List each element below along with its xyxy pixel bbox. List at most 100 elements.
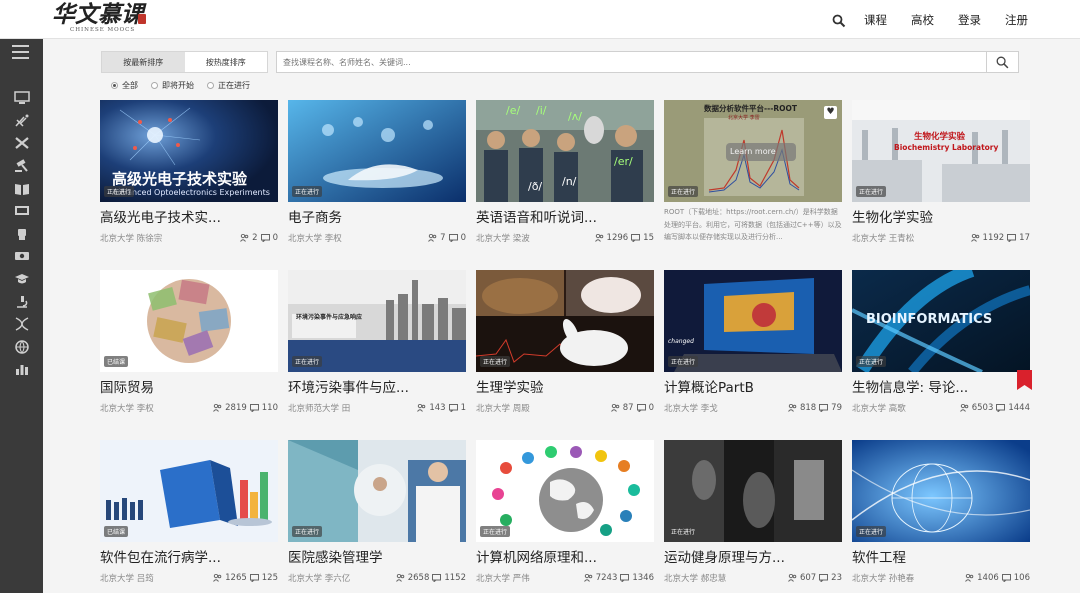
course-title[interactable]: 医院感染管理学 bbox=[288, 546, 466, 566]
course-title[interactable]: 软件包在流行病学... bbox=[100, 546, 278, 566]
phonetic-symbol: /ʌ/ bbox=[568, 110, 582, 123]
menu-icon[interactable] bbox=[12, 45, 29, 59]
site-logo[interactable]: 华文慕课 CHINESE MOOCS bbox=[52, 2, 148, 36]
comment-icon bbox=[432, 574, 442, 582]
globe-icon[interactable] bbox=[0, 336, 43, 359]
search-input[interactable] bbox=[277, 52, 987, 72]
course-thumbnail[interactable]: 环境污染事件与应急响应 正在进行 bbox=[288, 270, 466, 372]
course-title[interactable]: 计算概论PartB bbox=[664, 376, 842, 396]
radio-upcoming[interactable] bbox=[151, 82, 158, 89]
nav-register[interactable]: 注册 bbox=[1005, 12, 1028, 28]
student-count: 7 bbox=[440, 233, 446, 243]
comment-count: 125 bbox=[261, 573, 278, 583]
users-icon bbox=[970, 234, 979, 242]
course-thumbnail[interactable]: /e/ /i/ /ʌ/ /ð/ /n/ /er/ bbox=[476, 100, 654, 202]
filter-all[interactable]: 全部 bbox=[111, 80, 138, 91]
course-card[interactable]: 数据分析软件平台---ROOT 北京大学 李雷 Learn more ♥ 正在进… bbox=[664, 100, 842, 250]
course-thumbnail[interactable]: changed 正在进行 bbox=[664, 270, 842, 372]
course-meta: 北京大学 孙艳春 1406 106 bbox=[852, 572, 1030, 584]
course-card[interactable]: 正在进行 生理学实验 北京大学 周殿 87 0 bbox=[476, 270, 654, 420]
course-title[interactable]: 运动健身原理与方... bbox=[664, 546, 842, 566]
status-filters: 全部 即将开始 正在进行 bbox=[111, 80, 250, 91]
gavel-icon[interactable] bbox=[0, 155, 43, 178]
course-thumbnail[interactable]: 数据分析软件平台---ROOT 北京大学 李雷 Learn more ♥ 正在进… bbox=[664, 100, 842, 202]
course-card[interactable]: 生物化学实验 Biochemistry Laboratory 正在进行 生物化学… bbox=[852, 100, 1030, 250]
course-card[interactable]: 正在进行 软件工程 北京大学 孙艳春 1406 106 bbox=[852, 440, 1030, 590]
course-thumbnail[interactable]: 已结课 bbox=[100, 440, 278, 542]
radio-ongoing[interactable] bbox=[207, 82, 214, 89]
filter-upcoming[interactable]: 即将开始 bbox=[151, 80, 194, 91]
nav-courses[interactable]: 课程 bbox=[864, 12, 887, 28]
filter-ongoing[interactable]: 正在进行 bbox=[207, 80, 250, 91]
satellite-icon[interactable] bbox=[0, 110, 43, 133]
logo-text: 华文慕课 bbox=[52, 1, 144, 28]
course-thumbnail[interactable]: 正在进行 bbox=[288, 440, 466, 542]
course-meta: 北京大学 郝忠慧 607 23 bbox=[664, 572, 842, 584]
course-meta: 北京大学 李戈 818 79 bbox=[664, 402, 842, 414]
status-badge: 已结课 bbox=[104, 356, 129, 367]
course-card[interactable]: /e/ /i/ /ʌ/ /ð/ /n/ /er/ 英语语音和听说词... 北京大… bbox=[476, 100, 654, 250]
course-thumbnail[interactable]: 正在进行 bbox=[288, 100, 466, 202]
comment-count: 17 bbox=[1019, 233, 1030, 243]
course-thumbnail[interactable]: 正在进行 bbox=[476, 270, 654, 372]
course-title[interactable]: 生物化学实验 bbox=[852, 206, 1030, 226]
course-thumbnail[interactable]: 正在进行 bbox=[852, 440, 1030, 542]
microscope-icon[interactable] bbox=[0, 290, 43, 313]
school-teacher: 北京大学 李权 bbox=[288, 234, 342, 244]
computer-icon[interactable] bbox=[0, 87, 43, 110]
course-card[interactable]: 正在进行 电子商务 北京大学 李权 7 0 bbox=[288, 100, 466, 250]
nav-login[interactable]: 登录 bbox=[958, 12, 981, 28]
filter-ongoing-label: 正在进行 bbox=[218, 81, 250, 90]
course-title[interactable]: 电子商务 bbox=[288, 206, 466, 226]
course-thumbnail[interactable]: BIOINFORMATICS 正在进行 bbox=[852, 270, 1030, 372]
phonetic-symbol: /n/ bbox=[562, 175, 577, 188]
course-title[interactable]: 软件工程 bbox=[852, 546, 1030, 566]
course-card[interactable]: 高级光电子技术实验 Advanced Optoelectronics Exper… bbox=[100, 100, 278, 250]
course-title[interactable]: 国际贸易 bbox=[100, 376, 278, 396]
course-title[interactable]: 环境污染事件与应... bbox=[288, 376, 466, 396]
course-description: ROOT（下载地址：https://root.cern.ch/）是科学数据处理的… bbox=[664, 208, 842, 241]
course-title[interactable]: 生理学实验 bbox=[476, 376, 654, 396]
search-icon[interactable] bbox=[832, 13, 846, 27]
phonetic-symbol: /ð/ bbox=[528, 180, 543, 193]
radio-all[interactable] bbox=[111, 82, 118, 89]
board-icon[interactable] bbox=[0, 200, 43, 223]
course-title[interactable]: 计算机网络原理和... bbox=[476, 546, 654, 566]
course-card[interactable]: 正在进行 计算机网络原理和... 北京大学 严伟 7243 1346 bbox=[476, 440, 654, 590]
learn-more-button[interactable]: Learn more bbox=[730, 147, 776, 156]
course-thumbnail[interactable]: 生物化学实验 Biochemistry Laboratory 正在进行 bbox=[852, 100, 1030, 202]
course-card[interactable]: 已结课 国际贸易 北京大学 李权 2819 110 bbox=[100, 270, 278, 420]
student-count: 143 bbox=[429, 403, 446, 413]
status-badge: 正在进行 bbox=[668, 356, 699, 367]
status-badge: 正在进行 bbox=[292, 186, 323, 197]
course-thumbnail[interactable]: 正在进行 bbox=[476, 440, 654, 542]
course-thumbnail[interactable]: 高级光电子技术实验 Advanced Optoelectronics Exper… bbox=[100, 100, 278, 202]
school-teacher: 北京大学 吕筠 bbox=[100, 574, 154, 584]
course-card[interactable]: 已结课 软件包在流行病学... 北京大学 吕筠 1265 125 bbox=[100, 440, 278, 590]
tools-icon[interactable] bbox=[0, 132, 43, 155]
course-card[interactable]: BIOINFORMATICS 正在进行 生物信息学: 导论... 北京大学 高歌… bbox=[852, 270, 1032, 420]
course-card[interactable]: 环境污染事件与应急响应 正在进行 环境污染事件与应... 北京师范大学 田 14… bbox=[288, 270, 466, 420]
top-bar: 华文慕课 CHINESE MOOCS 课程 高校 登录 注册 bbox=[0, 0, 1080, 39]
heart-icon[interactable]: ♥ bbox=[824, 106, 837, 119]
course-title[interactable]: 高级光电子技术实... bbox=[100, 206, 278, 226]
course-card[interactable]: 正在进行 医院感染管理学 北京大学 李六亿 2658 1152 bbox=[288, 440, 466, 590]
course-thumbnail[interactable]: 正在进行 bbox=[664, 440, 842, 542]
thumb-subtitle: Advanced Optoelectronics Experiments bbox=[112, 188, 270, 197]
course-card[interactable]: 正在进行 运动健身原理与方... 北京大学 郝忠慧 607 23 bbox=[664, 440, 842, 590]
search-button[interactable] bbox=[986, 52, 1018, 72]
bar-chart-icon[interactable] bbox=[0, 358, 43, 381]
course-title[interactable]: 英语语音和听说词... bbox=[476, 206, 654, 226]
book-icon[interactable] bbox=[0, 177, 43, 200]
fist-icon[interactable] bbox=[0, 223, 43, 246]
users-icon bbox=[213, 404, 222, 412]
sort-hot-button[interactable]: 按热度排序 bbox=[185, 52, 268, 72]
course-title[interactable]: 生物信息学: 导论... bbox=[852, 376, 1030, 396]
course-thumbnail[interactable]: 已结课 bbox=[100, 270, 278, 372]
money-icon[interactable] bbox=[0, 245, 43, 268]
nav-schools[interactable]: 高校 bbox=[911, 12, 934, 28]
course-card[interactable]: changed 正在进行 计算概论PartB 北京大学 李戈 818 79 bbox=[664, 270, 842, 420]
sort-newest-button[interactable]: 按最新排序 bbox=[102, 52, 185, 72]
graduation-icon[interactable] bbox=[0, 268, 43, 291]
dna-icon[interactable] bbox=[0, 313, 43, 336]
